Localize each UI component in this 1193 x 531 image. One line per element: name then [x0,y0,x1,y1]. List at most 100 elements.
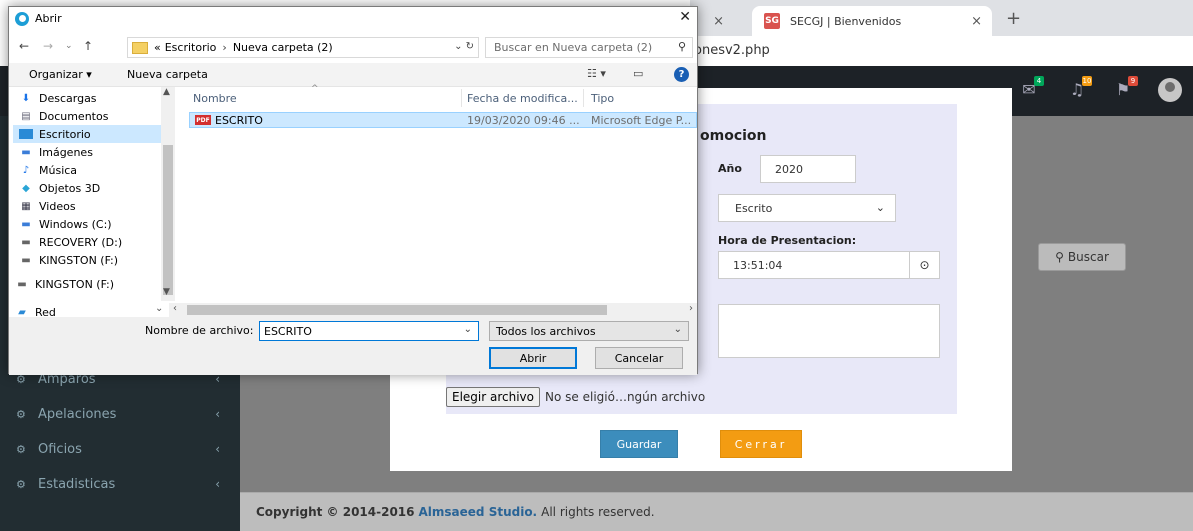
breadcrumb-nueva-carpeta[interactable]: Nueva carpeta (2) [233,41,333,54]
flag-icon[interactable]: ⚑ 9 [1112,76,1138,100]
column-label: Tipo [591,91,615,105]
secgj-favicon-icon: SG [764,13,780,29]
nav-item-descargas[interactable]: ⬇ Descargas [13,89,161,107]
browser-tab-strip: × SG SECGJ | Bienvenidos × + [690,0,1193,36]
cancelar-button[interactable]: Cancelar [595,347,683,369]
scroll-up-icon[interactable]: ▲ [163,87,170,97]
file-name: ESCRITO [215,113,263,127]
envelope-icon[interactable]: ✉ 4 [1018,76,1044,100]
avatar[interactable] [1158,78,1182,102]
drive-icon: ▬ [21,218,31,230]
hora-label: Hora de Presentacion: [718,234,857,247]
nav-item-videos[interactable]: ▦ Videos [13,197,161,215]
scroll-left-icon[interactable]: ‹ [173,303,177,314]
footer: Copyright © 2014-2016 Almsaeed Studio. A… [240,492,1193,531]
hscroll-thumb[interactable] [187,305,607,315]
organizar-menu[interactable]: Organizar ▾ [29,68,92,81]
chevron-down-icon: ⌄ [875,201,885,214]
new-tab-button[interactable]: + [1006,8,1021,29]
nav-item-documentos[interactable]: ▤ Documentos [13,107,161,125]
chevron-down-icon[interactable]: ⌄ [464,324,472,335]
browser-tab-secgj[interactable]: SG SECGJ | Bienvenidos × [752,6,992,36]
clock-icon[interactable]: ⊙ [909,252,939,278]
nav-item-imagenes[interactable]: ▬ Imágenes [13,143,161,161]
chevron-left-icon: ‹ [215,477,220,491]
up-arrow-icon[interactable]: ↑ [83,39,93,53]
file-date-cell: 19/03/2020 09:46 ... [467,113,580,127]
nav-item-label: Música [39,163,78,177]
buscar-button[interactable]: ⚲ Buscar [1038,243,1126,271]
image-icon: ▬ [21,146,31,158]
guardar-button[interactable]: Guardar [600,430,678,458]
sidebar-item-oficios[interactable]: ⚙ Oficios ‹ [0,432,240,466]
tab-close-icon[interactable]: × [971,14,982,29]
observaciones-textarea[interactable] [718,304,940,358]
nav-item-kingston-f[interactable]: ▬ KINGSTON (F:) [13,251,161,269]
nueva-carpeta-button[interactable]: Nueva carpeta [127,68,208,81]
dialog-titlebar[interactable]: Abrir ✕ [9,7,697,31]
column-header-nombre[interactable]: Nombre ^ [193,84,319,109]
close-icon[interactable]: ✕ [679,9,691,25]
file-name-cell[interactable]: PDF ESCRITO [195,113,263,127]
company-link[interactable]: Almsaeed Studio. [419,505,538,519]
collapse-chevron-icon[interactable]: ⌄ [155,303,163,314]
buscar-label: Buscar [1067,250,1109,264]
choose-file-button[interactable]: Elegir archivo [446,387,541,407]
nav-item-windows-c[interactable]: ▬ Windows (C:) [13,215,161,233]
forward-arrow-icon[interactable]: → [43,39,53,53]
file-list-hscrollbar[interactable]: ‹ › [169,303,697,317]
nav-item-label: KINGSTON (F:) [39,253,119,267]
nav-item-recovery-d[interactable]: ▬ RECOVERY (D:) [13,233,161,251]
document-icon: ▤ [21,110,31,122]
dialog-footer: Nombre de archivo: ESCRITO ⌄ Todos los a… [9,317,697,375]
scroll-right-icon[interactable]: › [689,303,693,314]
tab-close-icon[interactable]: × [713,14,724,29]
breadcrumb-escritorio[interactable]: Escritorio [165,41,217,54]
sidebar-item-label: Apelaciones [38,406,117,422]
modal-title: omocion [700,128,767,144]
nav-item-musica[interactable]: ♪ Música [13,161,161,179]
sidebar-item-estadisticas[interactable]: ⚙ Estadisticas ‹ [0,467,240,501]
chevron-left-icon: ‹ [215,442,220,456]
nav-scrollbar[interactable]: ▲ ▼ [161,87,175,301]
refresh-icon[interactable]: ⌄ ↻ [454,41,474,52]
back-arrow-icon[interactable]: ← [19,39,29,53]
dashboard-icon: ⚙ [16,477,26,491]
view-options-icon[interactable]: ☷ ▾ [587,67,606,80]
nav-item-escritorio[interactable]: Escritorio [13,125,161,143]
file-open-dialog: Abrir ✕ ← → ⌄ ↑ « Escritorio › Nueva car… [8,6,698,375]
filetype-select[interactable]: Todos los archivos ⌄ [489,321,689,341]
tipo-select[interactable]: Escrito ⌄ [718,194,896,222]
column-divider[interactable] [461,89,462,107]
scroll-down-icon[interactable]: ▼ [163,287,170,297]
hora-input[interactable]: 13:51:04 ⊙ [718,251,940,279]
nav-item-objetos-3d[interactable]: ◆ Objetos 3D [13,179,161,197]
dialog-title: Abrir [35,12,62,25]
bell-icon[interactable]: ♫ 10 [1066,76,1092,100]
breadcrumb[interactable]: « Escritorio › Nueva carpeta (2) ⌄ ↻ [127,37,479,58]
preview-pane-icon[interactable]: ▭ [633,67,643,80]
abrir-button[interactable]: Abrir [489,347,577,369]
column-divider[interactable] [583,89,584,107]
notifications-badge: 10 [1082,76,1092,86]
sidebar-item-apelaciones[interactable]: ⚙ Apelaciones ‹ [0,397,240,431]
search-input[interactable]: Buscar en Nueva carpeta (2) ⚲ [485,37,693,58]
address-bar[interactable]: onesv2.php [690,36,1193,66]
download-icon: ⬇ [21,92,31,104]
music-icon: ♪ [22,164,30,176]
nav-item-label: Imágenes [39,145,93,159]
help-icon[interactable]: ? [674,67,689,82]
recent-chevron-icon[interactable]: ⌄ [65,41,73,51]
nav-item-kingston-f-root[interactable]: ▬ KINGSTON (F:) [9,275,157,293]
tab-title: SECGJ | Bienvenidos [790,14,902,28]
search-icon: ⚲ [677,40,686,53]
filename-input[interactable]: ESCRITO ⌄ [259,321,479,341]
cerrar-button[interactable]: Cerrar [720,430,802,458]
browser-tab-file-dialog[interactable]: × [690,6,750,36]
anio-label: Año [718,162,742,175]
anio-input[interactable]: 2020 [760,155,856,183]
video-icon: ▦ [21,200,31,212]
column-header-tipo[interactable]: Tipo [591,87,614,109]
column-header-fecha[interactable]: Fecha de modifica... [467,87,578,109]
nav-scroll-thumb[interactable] [163,145,173,295]
